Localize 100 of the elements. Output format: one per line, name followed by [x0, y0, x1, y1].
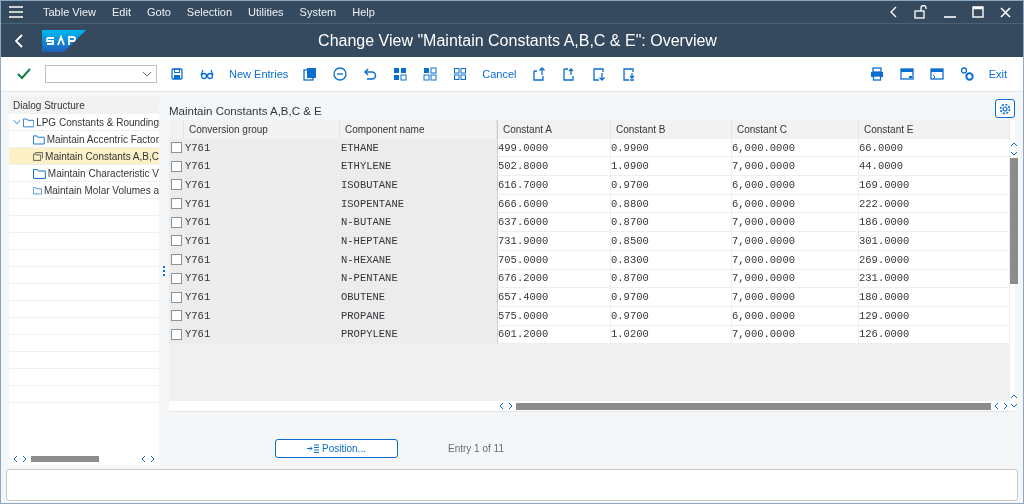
scroll-arrows-icon[interactable]: [1010, 142, 1018, 156]
input-field[interactable]: 7,000.0000: [732, 232, 859, 251]
tree-item[interactable]: Maintain Molar Volumes a: [9, 182, 159, 199]
input-field[interactable]: 0.9700: [611, 288, 732, 307]
column-header[interactable]: Conversion group: [184, 120, 340, 139]
column-header[interactable]: Constant C: [732, 120, 859, 139]
input-field[interactable]: 7,000.0000: [732, 269, 859, 289]
scroll-arrows-icon[interactable]: [1010, 394, 1018, 409]
input-field[interactable]: 6,000.0000: [732, 306, 859, 326]
input-field[interactable]: 676.2000: [497, 269, 611, 289]
input-field[interactable]: 7,000.0000: [732, 157, 859, 177]
menu-item[interactable]: Goto: [146, 6, 171, 18]
row-checkbox[interactable]: [170, 179, 182, 191]
unlock-icon[interactable]: [914, 5, 928, 19]
input-field[interactable]: 0.8800: [611, 194, 732, 214]
exit-button[interactable]: Exit: [988, 66, 1007, 82]
menu-icon[interactable]: [9, 6, 23, 18]
row-checkbox[interactable]: [170, 142, 182, 154]
scroll-arrows-icon[interactable]: [13, 455, 27, 463]
input-field[interactable]: 44.0000: [859, 157, 1010, 177]
menu-item[interactable]: Selection: [186, 6, 233, 18]
row-checkbox[interactable]: [170, 160, 182, 172]
grid-icon[interactable]: [452, 66, 469, 82]
input-field[interactable]: 0.8300: [611, 250, 732, 270]
input-field[interactable]: 0.9900: [611, 138, 732, 158]
close-icon[interactable]: [1000, 6, 1011, 18]
grid-icon[interactable]: [422, 66, 439, 82]
input-field[interactable]: 0.8700: [611, 269, 732, 289]
row-checkbox[interactable]: [170, 254, 182, 266]
menu-item[interactable]: Utilities: [248, 6, 284, 18]
column-header[interactable]: Constant A: [497, 120, 611, 139]
splitter-handle-icon[interactable]: [163, 266, 165, 276]
menu-item[interactable]: Help: [352, 6, 375, 18]
print-icon[interactable]: [868, 66, 885, 82]
minus-circle-icon[interactable]: [332, 66, 349, 82]
input-field[interactable]: 1.0900: [611, 157, 732, 177]
document-down-icon[interactable]: [590, 66, 607, 82]
row-checkbox[interactable]: [170, 291, 182, 303]
input-field[interactable]: 231.0000: [859, 269, 1010, 289]
scrollbar-thumb[interactable]: [1010, 158, 1018, 284]
scroll-arrows-icon[interactable]: [141, 455, 155, 463]
input-field[interactable]: 6,000.0000: [732, 176, 859, 195]
tree-item[interactable]: Maintain Constants A,B,C: [9, 148, 159, 165]
chevron-left-icon[interactable]: [890, 6, 898, 18]
document-down-icon[interactable]: [620, 66, 637, 82]
input-field[interactable]: 575.0000: [497, 306, 611, 326]
row-checkbox[interactable]: [170, 272, 182, 284]
save-icon[interactable]: [169, 66, 185, 82]
input-field[interactable]: 7,000.0000: [732, 288, 859, 307]
checkmark-icon[interactable]: [17, 68, 31, 80]
column-header[interactable]: Component name: [340, 120, 497, 139]
window-icon[interactable]: [928, 66, 945, 82]
scroll-arrows-icon[interactable]: [994, 402, 1008, 411]
input-field[interactable]: 705.0000: [497, 250, 611, 270]
settings-button[interactable]: [995, 99, 1015, 118]
input-field[interactable]: 0.8700: [611, 213, 732, 233]
back-icon[interactable]: [15, 33, 24, 48]
row-checkbox[interactable]: [170, 198, 182, 210]
input-field[interactable]: 731.9000: [497, 232, 611, 251]
maximize-icon[interactable]: [972, 6, 984, 18]
input-field[interactable]: 499.0000: [497, 138, 611, 158]
position-button[interactable]: Position...: [275, 439, 398, 459]
menu-item[interactable]: Edit: [112, 6, 131, 18]
row-checkbox[interactable]: [170, 328, 182, 340]
input-field[interactable]: 0.9700: [611, 176, 732, 195]
scrollbar-thumb[interactable]: [31, 456, 99, 462]
input-field[interactable]: 502.8000: [497, 157, 611, 177]
input-field[interactable]: 6,000.0000: [732, 194, 859, 214]
menu-item[interactable]: Table View: [43, 6, 96, 18]
input-field[interactable]: 66.0000: [859, 138, 1010, 158]
grid-icon[interactable]: [392, 66, 409, 82]
document-up-icon[interactable]: [530, 66, 547, 82]
dropdown-icon[interactable]: [142, 71, 152, 77]
new-entries-button[interactable]: New Entries: [229, 66, 289, 82]
tree-item[interactable]: Maintain Characteristic V: [9, 165, 159, 182]
input-field[interactable]: 180.0000: [859, 288, 1010, 307]
input-field[interactable]: 637.6000: [497, 213, 611, 233]
input-field[interactable]: 0.9700: [611, 306, 732, 326]
settings-icon[interactable]: [958, 66, 975, 82]
input-field[interactable]: 657.4000: [497, 288, 611, 307]
input-field[interactable]: 129.0000: [859, 306, 1010, 326]
column-header[interactable]: Constant E: [859, 120, 1010, 139]
command-field[interactable]: [45, 65, 157, 83]
window-icon[interactable]: [898, 66, 915, 82]
input-field[interactable]: 7,000.0000: [732, 250, 859, 270]
cancel-button[interactable]: Cancel: [482, 66, 517, 82]
column-header[interactable]: Constant B: [611, 120, 732, 139]
scroll-arrows-icon[interactable]: [499, 402, 513, 411]
row-checkbox[interactable]: [170, 310, 182, 322]
input-field[interactable]: 7,000.0000: [732, 213, 859, 233]
row-checkbox[interactable]: [170, 235, 182, 247]
row-checkbox[interactable]: [170, 216, 182, 228]
document-up-icon[interactable]: [560, 66, 577, 82]
undo-icon[interactable]: [362, 66, 379, 82]
input-field[interactable]: 616.7000: [497, 176, 611, 195]
scrollbar-thumb[interactable]: [516, 402, 991, 410]
input-field[interactable]: 6,000.0000: [732, 138, 859, 158]
input-field[interactable]: 666.6000: [497, 194, 611, 214]
tree-item[interactable]: LPG Constants & Rounding: [9, 114, 159, 131]
copy-icon[interactable]: [302, 66, 319, 82]
